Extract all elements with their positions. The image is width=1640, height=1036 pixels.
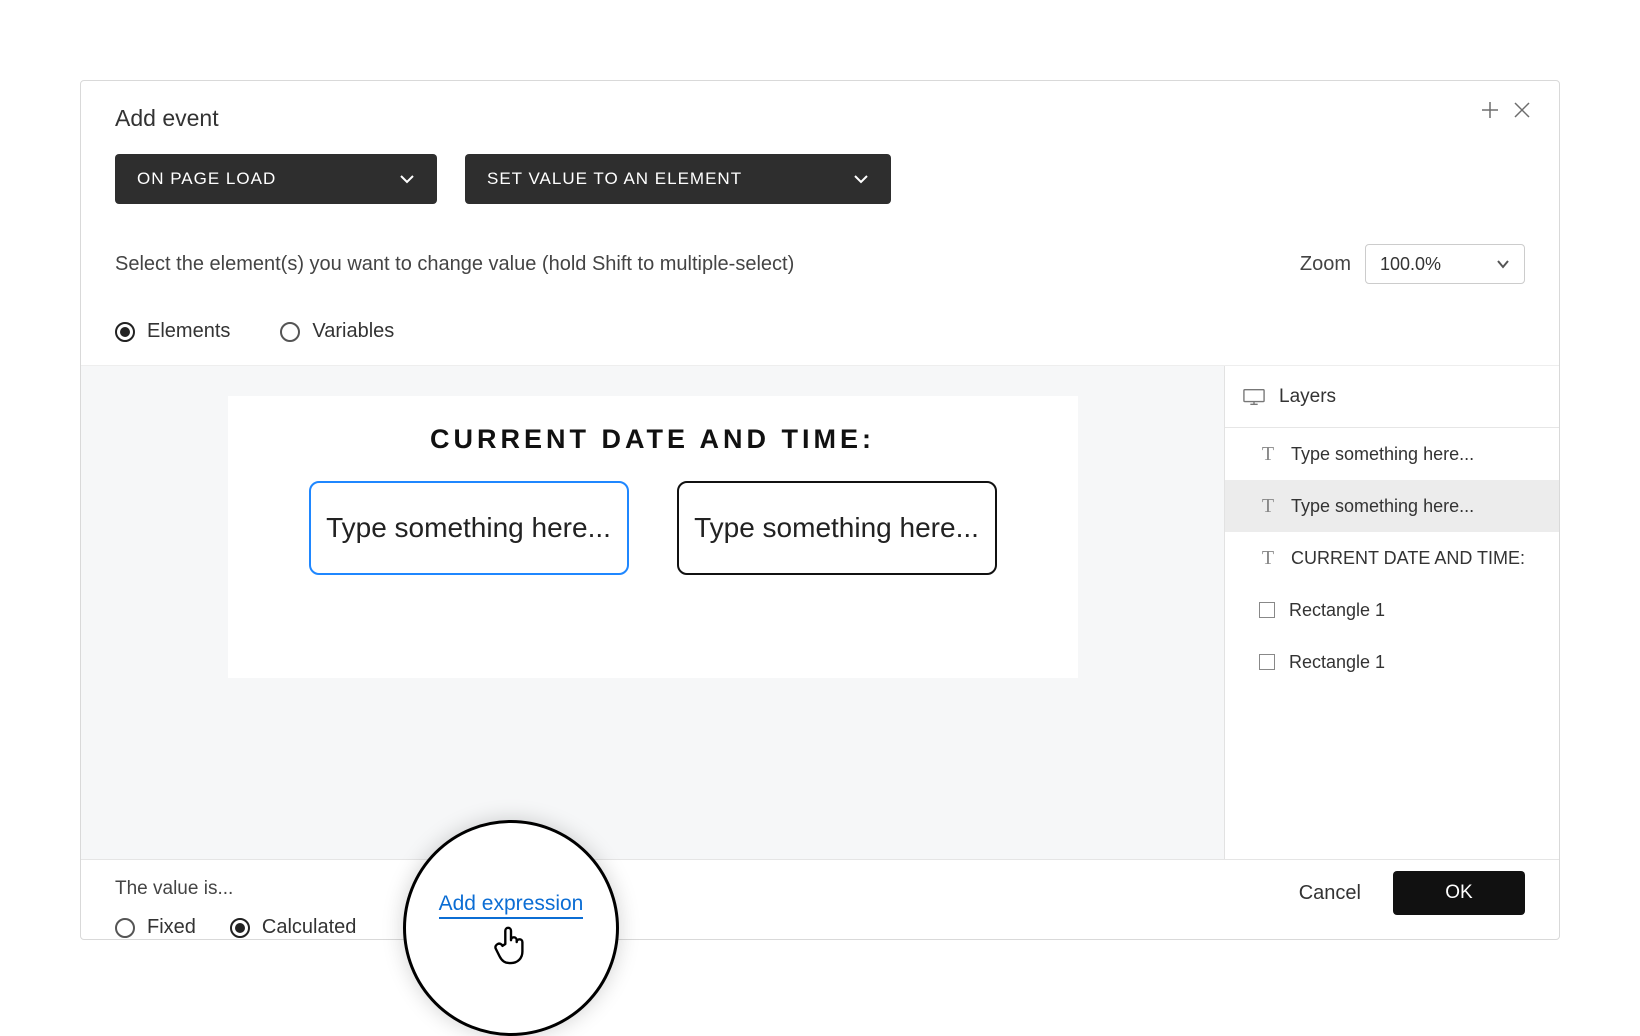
value-radio-calculated-label: Calculated — [262, 916, 357, 939]
zoom-select[interactable]: 100.0% — [1365, 244, 1525, 284]
target-radio-elements[interactable]: Elements — [115, 320, 230, 343]
plus-icon[interactable] — [1481, 101, 1499, 124]
instruction-text: Select the element(s) you want to change… — [115, 253, 794, 276]
layer-item-label: Type something here... — [1291, 496, 1474, 517]
radio-icon — [115, 322, 135, 342]
dialog-titlebar: Add event — [81, 81, 1559, 132]
target-radio-elements-label: Elements — [147, 320, 230, 343]
ok-button[interactable]: OK — [1393, 871, 1525, 915]
target-radio-variables[interactable]: Variables — [280, 320, 394, 343]
chevron-down-icon — [853, 171, 869, 187]
layer-item-label: Rectangle 1 — [1289, 652, 1385, 673]
layer-item-label: Type something here... — [1291, 444, 1474, 465]
artboard-title[interactable]: CURRENT DATE AND TIME: — [268, 424, 1038, 455]
rectangle-icon — [1259, 602, 1275, 618]
value-radio-fixed-label: Fixed — [147, 916, 196, 939]
dialog-title: Add event — [115, 105, 219, 132]
rectangle-icon — [1259, 654, 1275, 670]
layer-item-label: Rectangle 1 — [1289, 600, 1385, 621]
text-icon: T — [1259, 443, 1277, 466]
target-radio-variables-label: Variables — [312, 320, 394, 343]
layers-header: Layers — [1225, 366, 1559, 428]
layer-item[interactable]: T Type something here... — [1225, 428, 1559, 480]
canvas-element-input-1[interactable]: Type something here... — [309, 481, 629, 575]
value-radio-calculated[interactable]: Calculated — [230, 916, 357, 939]
radio-icon — [230, 918, 250, 938]
radio-icon — [280, 322, 300, 342]
monitor-icon — [1243, 388, 1265, 406]
action-select[interactable]: SET VALUE TO AN ELEMENT — [465, 154, 891, 204]
layer-item[interactable]: Rectangle 1 — [1225, 584, 1559, 636]
zoom-label: Zoom — [1300, 253, 1351, 276]
pointer-cursor-icon — [492, 923, 530, 965]
layer-item[interactable]: Rectangle 1 — [1225, 636, 1559, 688]
trigger-select-label: ON PAGE LOAD — [137, 169, 276, 189]
canvas-element-input-2-text: Type something here... — [694, 510, 979, 546]
layers-header-label: Layers — [1279, 386, 1336, 408]
text-icon: T — [1259, 495, 1277, 518]
close-icon[interactable] — [1513, 101, 1531, 124]
canvas-pane[interactable]: CURRENT DATE AND TIME: Type something he… — [81, 366, 1224, 859]
add-expression-callout: Add expression — [403, 820, 619, 1036]
artboard: CURRENT DATE AND TIME: Type something he… — [228, 396, 1078, 678]
radio-icon — [115, 918, 135, 938]
chevron-down-icon — [399, 171, 415, 187]
canvas-element-input-1-text: Type something here... — [326, 510, 611, 546]
layer-item[interactable]: T Type something here... — [1225, 480, 1559, 532]
text-icon: T — [1259, 547, 1277, 570]
trigger-select[interactable]: ON PAGE LOAD — [115, 154, 437, 204]
add-expression-link[interactable]: Add expression — [439, 892, 584, 919]
action-select-label: SET VALUE TO AN ELEMENT — [487, 169, 742, 189]
zoom-value: 100.0% — [1380, 254, 1441, 275]
cancel-button[interactable]: Cancel — [1289, 874, 1371, 913]
layer-item-label: CURRENT DATE AND TIME: — [1291, 548, 1525, 569]
canvas-element-input-2[interactable]: Type something here... — [677, 481, 997, 575]
layers-panel: Layers T Type something here... T Type s… — [1224, 366, 1559, 859]
add-event-dialog: Add event ON PAGE LOAD SET VALUE TO AN E… — [80, 80, 1560, 940]
value-radio-fixed[interactable]: Fixed — [115, 916, 196, 939]
layer-item[interactable]: T CURRENT DATE AND TIME: — [1225, 532, 1559, 584]
chevron-down-icon — [1496, 257, 1510, 271]
